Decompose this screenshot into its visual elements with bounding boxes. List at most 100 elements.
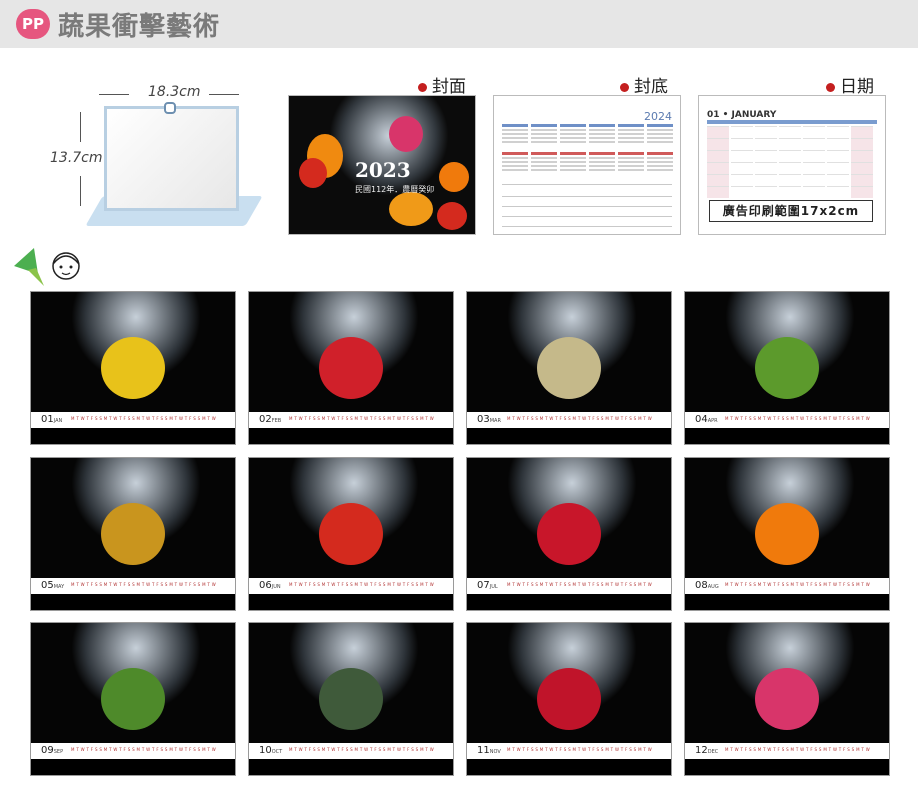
cherries-photo <box>467 623 671 743</box>
month-card-oct[interactable]: 10OCT M T W T F S S M T W T F S S M T W T… <box>248 622 454 776</box>
stand-board <box>104 106 239 211</box>
orange-image <box>439 162 469 192</box>
page-title: 蔬果衝擊藝術 <box>58 12 221 42</box>
starfruit-photo <box>31 292 235 412</box>
date-cell <box>707 138 729 150</box>
mini-month-calendar <box>618 152 644 176</box>
date-cell <box>827 138 849 150</box>
cover-preview[interactable]: 2023 民國112年．農曆癸卯 <box>288 95 476 235</box>
tomatoes-photo <box>249 458 453 578</box>
cover-year: 2023 <box>355 158 411 182</box>
mini-month-calendar <box>560 124 586 148</box>
date-cell <box>779 174 801 186</box>
mango-image <box>389 192 433 226</box>
day-row: M T W T F S S M T W T F S S M T W T F S … <box>289 416 434 421</box>
mini-month-calendar <box>589 152 615 176</box>
month-date-strip: 05MAY M T W T F S S M T W T F S S M T W T… <box>31 578 235 594</box>
date-cell <box>779 138 801 150</box>
month-date-strip: 07JUL M T W T F S S M T W T F S S M T W T… <box>467 578 671 594</box>
date-cell <box>827 186 849 198</box>
month-date-strip: 04APR M T W T F S S M T W T F S S M T W T… <box>685 412 889 428</box>
melon-photo <box>467 292 671 412</box>
date-label: 日期 <box>826 72 874 97</box>
date-cell <box>803 174 825 186</box>
month-card-sep[interactable]: 09SEP M T W T F S S M T W T F S S M T W T… <box>30 622 236 776</box>
date-cell <box>707 162 729 174</box>
dimension-line <box>99 94 129 95</box>
bitter-melon-image <box>755 337 819 399</box>
note-line <box>502 184 672 185</box>
date-cell <box>851 150 873 162</box>
date-cell <box>731 174 753 186</box>
date-preview[interactable]: 01 • JANUARY 廣告印刷範圍17x2cm <box>698 95 886 235</box>
bitter-melon-pepper-photo <box>31 623 235 743</box>
back-year: 2024 <box>644 110 672 123</box>
date-cell <box>851 138 873 150</box>
month-number: 09SEP <box>41 745 64 756</box>
date-cell <box>851 126 873 138</box>
print-range-box: 廣告印刷範圍17x2cm <box>709 200 873 222</box>
month-number: 03MAR <box>477 414 501 425</box>
date-cell <box>731 162 753 174</box>
back-preview[interactable]: 2024 <box>493 95 681 235</box>
date-cell <box>707 174 729 186</box>
month-card-nov[interactable]: 11NOV M T W T F S S M T W T F S S M T W T… <box>466 622 672 776</box>
calendar-stand-illustration: 18.3cm 13.7cm <box>50 84 274 244</box>
height-dimension: 13.7cm <box>50 150 103 166</box>
month-card-aug[interactable]: 08AUG M T W T F S S M T W T F S S M T W T… <box>684 457 890 611</box>
bitter-melon-pepper-image <box>101 668 165 730</box>
date-cell <box>851 186 873 198</box>
dimension-line <box>80 176 81 206</box>
date-cell <box>755 150 777 162</box>
month-number: 07JUL <box>477 580 498 591</box>
dimension-line <box>80 112 81 142</box>
month-card-mar[interactable]: 03MAR M T W T F S S M T W T F S S M T W T… <box>466 291 672 445</box>
month-card-jan[interactable]: 01JAN M T W T F S S M T W T F S S M T W T… <box>30 291 236 445</box>
hanging-hole <box>164 102 176 114</box>
tomatoes-image <box>319 503 383 565</box>
date-cell <box>707 150 729 162</box>
month-number: 11NOV <box>477 745 501 756</box>
mini-month-calendar <box>531 124 557 148</box>
green-flag-icon <box>28 268 44 286</box>
note-line <box>502 216 672 217</box>
date-cell <box>779 126 801 138</box>
date-cell <box>779 150 801 162</box>
weekday-header-bar <box>707 120 877 124</box>
date-cell <box>755 174 777 186</box>
mini-month-calendar <box>618 124 644 148</box>
date-cell <box>827 162 849 174</box>
date-cell <box>755 126 777 138</box>
date-cell <box>803 138 825 150</box>
date-cell <box>755 162 777 174</box>
date-cell <box>803 186 825 198</box>
mini-month-calendar <box>589 124 615 148</box>
month-card-jun[interactable]: 06JUN M T W T F S S M T W T F S S M T W T… <box>248 457 454 611</box>
back-label: 封底 <box>620 72 668 97</box>
month-card-may[interactable]: 05MAY M T W T F S S M T W T F S S M T W T… <box>30 457 236 611</box>
month-number: 10OCT <box>259 745 283 756</box>
kumquats-photo <box>685 458 889 578</box>
month-number: 01JAN <box>41 414 63 425</box>
month-card-jul[interactable]: 07JUL M T W T F S S M T W T F S S M T W T… <box>466 457 672 611</box>
month-card-feb[interactable]: 02FEB M T W T F S S M T W T F S S M T W T… <box>248 291 454 445</box>
month-number: 06JUN <box>259 580 281 591</box>
date-cell <box>803 162 825 174</box>
date-cell <box>851 162 873 174</box>
strawberry-photo <box>467 458 671 578</box>
day-row: M T W T F S S M T W T F S S M T W T F S … <box>71 582 216 587</box>
month-card-apr[interactable]: 04APR M T W T F S S M T W T F S S M T W T… <box>684 291 890 445</box>
month-card-dec[interactable]: 12DEC M T W T F S S M T W T F S S M T W T… <box>684 622 890 776</box>
pumpkin-photo <box>249 623 453 743</box>
starfruit-image <box>101 337 165 399</box>
month-abbr: NOV <box>489 749 501 755</box>
tomato-image <box>299 158 327 188</box>
month-date-strip: 10OCT M T W T F S S M T W T F S S M T W T… <box>249 743 453 759</box>
date-cell <box>827 174 849 186</box>
cover-label: 封面 <box>418 72 466 97</box>
month-abbr: MAR <box>489 418 501 424</box>
month-date-strip: 12DEC M T W T F S S M T W T F S S M T W T… <box>685 743 889 759</box>
month-abbr: OCT <box>271 749 283 755</box>
date-cell <box>827 126 849 138</box>
month-abbr: JUN <box>271 584 281 590</box>
